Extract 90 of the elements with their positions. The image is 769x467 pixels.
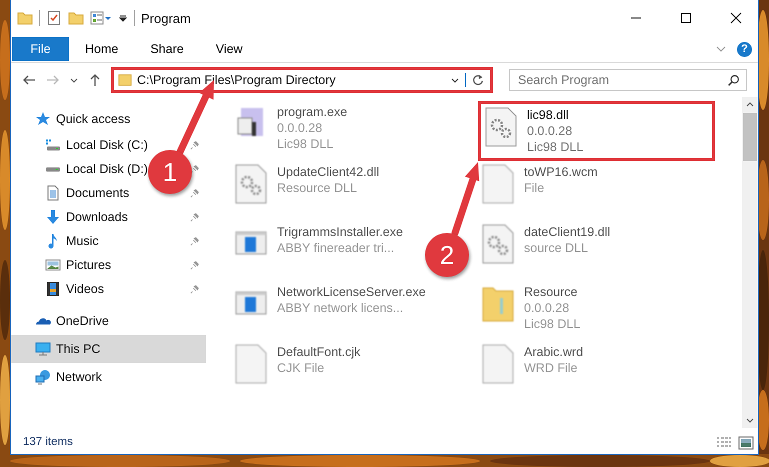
file-tile[interactable]: DefaultFont.cjk CJK File bbox=[231, 341, 364, 401]
scroll-up-icon[interactable] bbox=[745, 102, 755, 108]
file-name: TrigrammsInstaller.exe bbox=[277, 224, 403, 240]
sidebar-item[interactable]: Network bbox=[11, 363, 206, 391]
film-icon bbox=[45, 281, 61, 297]
maximize-icon[interactable] bbox=[680, 12, 692, 24]
file-tile[interactable]: Arabic.wrd WRD File bbox=[478, 341, 588, 401]
star-icon bbox=[35, 111, 51, 127]
pin-icon[interactable] bbox=[190, 212, 200, 222]
file-tab[interactable]: File bbox=[12, 37, 69, 61]
sidebar-item[interactable]: Local Disk (C:) bbox=[45, 137, 148, 153]
document-icon bbox=[45, 185, 61, 201]
file-detail: ABBY finereader tri... bbox=[277, 240, 396, 256]
file-detail: Resource DLL bbox=[277, 180, 358, 196]
sidebar-item[interactable]: This PC bbox=[11, 335, 206, 363]
picture-icon bbox=[45, 257, 61, 273]
file-detail: 0.0.0.28 bbox=[277, 120, 324, 136]
sidebar-item[interactable]: Documents bbox=[45, 185, 130, 201]
pin-icon[interactable] bbox=[190, 140, 200, 150]
monitor-icon bbox=[35, 341, 51, 357]
pin-icon[interactable] bbox=[190, 284, 200, 294]
large-icons-view-icon[interactable] bbox=[738, 436, 754, 450]
file-detail: WRD File bbox=[524, 360, 578, 376]
pin-icon[interactable] bbox=[190, 188, 200, 198]
close-icon[interactable] bbox=[730, 12, 742, 24]
folder-icon bbox=[118, 73, 132, 87]
file-detail: source DLL bbox=[524, 240, 589, 256]
ribbon-tab[interactable]: Share bbox=[134, 37, 200, 61]
properties-icon[interactable] bbox=[90, 10, 112, 26]
file-tile[interactable]: dateClient19.dll source DLL bbox=[478, 221, 614, 281]
file-detail: Lic98 DLL bbox=[524, 316, 580, 332]
help-button[interactable]: ? bbox=[737, 42, 752, 56]
item-count: 137 items bbox=[22, 436, 74, 448]
search-icon bbox=[727, 74, 740, 87]
pin-icon[interactable] bbox=[190, 164, 200, 174]
file-detail: File bbox=[524, 180, 546, 196]
file-name: program.exe bbox=[277, 104, 348, 120]
file-detail: ABBY network licens... bbox=[277, 300, 404, 316]
sidebar-item[interactable]: Downloads bbox=[45, 209, 128, 225]
file-name: lic98.dll bbox=[527, 107, 570, 123]
network-icon bbox=[35, 369, 51, 385]
search-field[interactable]: Search Program bbox=[509, 69, 747, 91]
pin-icon[interactable] bbox=[190, 260, 200, 270]
file-name: Resource bbox=[524, 284, 578, 300]
file-detail: 0.0.0.28 bbox=[527, 123, 574, 139]
file-name: toWP16.wcm bbox=[524, 164, 598, 180]
checklist-icon[interactable] bbox=[46, 10, 62, 26]
gear-file-icon bbox=[485, 107, 517, 147]
address-path: C:\Program Files\Program Directory bbox=[137, 73, 337, 87]
file-name: NetworkLicenseServer.exe bbox=[277, 284, 426, 300]
pin-icon[interactable] bbox=[190, 236, 200, 246]
sidebar-item[interactable]: Music bbox=[45, 233, 99, 249]
scroll-down-icon[interactable] bbox=[745, 417, 755, 423]
scrollbar[interactable] bbox=[742, 97, 758, 428]
file-tile[interactable]: program.exe 0.0.0.28 Lic98 DLL bbox=[231, 101, 352, 161]
file-tile[interactable]: TrigrammsInstaller.exe ABBY finereader tri... bbox=[231, 221, 407, 281]
window-title: Program bbox=[141, 10, 191, 26]
file-detail: Lic98 DLL bbox=[277, 136, 334, 152]
file-tile[interactable]: lic98.dll 0.0.0.28 Lic98 DLL bbox=[478, 101, 715, 161]
chevron-down-icon[interactable] bbox=[450, 76, 460, 84]
file-name: DefaultFont.cjk bbox=[277, 344, 360, 360]
drive-icon bbox=[45, 137, 61, 153]
file-detail: 0.0.0.28 bbox=[524, 300, 570, 316]
file-detail: CJK File bbox=[277, 360, 326, 376]
file-icon bbox=[482, 344, 514, 384]
gear-file-icon bbox=[482, 224, 514, 264]
file-icon bbox=[482, 164, 514, 204]
file-name: Arabic.wrd bbox=[524, 344, 584, 360]
file-name: dateClient19.dll bbox=[524, 224, 610, 240]
chevron-down-icon[interactable] bbox=[69, 76, 79, 84]
drive-icon bbox=[45, 166, 61, 172]
file-detail: Lic98 DLL bbox=[527, 139, 584, 155]
file-tile[interactable]: toWP16.wcm File bbox=[478, 161, 602, 221]
file-icon bbox=[235, 344, 267, 384]
sidebar-item[interactable]: Pictures bbox=[45, 257, 112, 273]
ribbon-tab[interactable]: Home bbox=[69, 37, 134, 61]
file-name: UpdateClient42.dll bbox=[277, 164, 380, 180]
address-bar[interactable]: C:\Program Files\Program Directory bbox=[111, 67, 493, 93]
sidebar-item[interactable]: Videos bbox=[45, 281, 104, 297]
sidebar-item[interactable]: Local Disk (D:) bbox=[45, 162, 148, 176]
file-tile[interactable]: UpdateClient42.dll Resource DLL bbox=[231, 161, 384, 221]
ribbon-tab[interactable]: View bbox=[200, 37, 259, 61]
dropdown-icon[interactable] bbox=[118, 13, 128, 23]
sidebar-item[interactable]: OneDrive bbox=[11, 307, 206, 335]
gear-file-icon bbox=[235, 164, 267, 204]
scroll-thumb[interactable] bbox=[743, 113, 757, 161]
file-tile[interactable]: Resource 0.0.0.28 Lic98 DLL bbox=[478, 281, 584, 341]
sidebar-item[interactable]: Quick access bbox=[11, 105, 206, 133]
file-tile[interactable]: NetworkLicenseServer.exe ABBY network licens... bbox=[231, 281, 430, 341]
download-arrow-icon bbox=[45, 209, 61, 225]
